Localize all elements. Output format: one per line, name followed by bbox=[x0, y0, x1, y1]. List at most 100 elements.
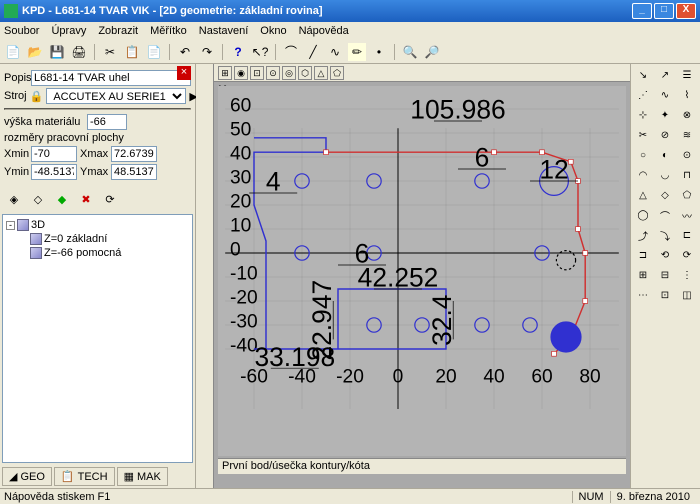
menu-upravy[interactable]: Úpravy bbox=[51, 25, 86, 37]
tool-6-icon[interactable]: ⊹ bbox=[633, 106, 653, 124]
copy-icon[interactable]: 📋 bbox=[123, 43, 141, 61]
tab-geo[interactable]: ◢GEO bbox=[2, 467, 52, 486]
tool-10-icon[interactable]: ⊘ bbox=[655, 126, 675, 144]
canvas-area[interactable]: ⊞ ◉ ⊡ ⊙ ◎ ⬡ △ ⬠ Y X -60-40-20020406080-4… bbox=[196, 64, 630, 488]
popis-input[interactable] bbox=[31, 70, 191, 86]
menu-nastaveni[interactable]: Nastavení bbox=[199, 25, 249, 37]
menu-napoveda[interactable]: Nápověda bbox=[299, 25, 349, 37]
tool-23-icon[interactable]: 〰 bbox=[677, 206, 697, 224]
menu-zobrazit[interactable]: Zobrazit bbox=[98, 25, 138, 37]
vyska-input[interactable] bbox=[87, 114, 127, 130]
tool-18-icon[interactable]: △ bbox=[633, 186, 653, 204]
tool-35-icon[interactable]: ◫ bbox=[677, 286, 697, 304]
spline-tool-icon[interactable]: ∿ bbox=[326, 43, 344, 61]
tab-mak[interactable]: ▦MAK bbox=[117, 467, 168, 486]
tool-19-icon[interactable]: ◇ bbox=[655, 186, 675, 204]
canvas-toolbar: ⊞ ◉ ⊡ ⊙ ◎ ⬡ △ ⬠ bbox=[214, 64, 344, 82]
open-icon[interactable]: 📂 bbox=[26, 43, 44, 61]
ymax-input[interactable] bbox=[111, 164, 157, 180]
tool-28-icon[interactable]: ⟲ bbox=[655, 246, 675, 264]
tool-33-icon[interactable]: ⋯ bbox=[633, 286, 653, 304]
tool-3-icon[interactable]: ⋰ bbox=[633, 86, 653, 104]
tree-root[interactable]: - 3D bbox=[6, 218, 189, 232]
maximize-button[interactable]: □ bbox=[654, 3, 674, 19]
snap8-icon[interactable]: ⬠ bbox=[330, 66, 344, 80]
snap6-icon[interactable]: ⬡ bbox=[298, 66, 312, 80]
tool-21-icon[interactable]: ◯ bbox=[633, 206, 653, 224]
snap7-icon[interactable]: △ bbox=[314, 66, 328, 80]
paste-icon[interactable]: 📄 bbox=[145, 43, 163, 61]
pointer-icon[interactable]: ↖? bbox=[251, 43, 269, 61]
print-icon[interactable]: 🖨 bbox=[70, 43, 88, 61]
tool-12-icon[interactable]: ○ bbox=[633, 146, 653, 164]
menu-okno[interactable]: Okno bbox=[260, 25, 286, 37]
help-icon[interactable]: ? bbox=[229, 43, 247, 61]
tool-20-icon[interactable]: ⬠ bbox=[677, 186, 697, 204]
rozmery-label: rozměry pracovní plochy bbox=[4, 132, 124, 144]
tool-7-icon[interactable]: ✦ bbox=[655, 106, 675, 124]
tech-icon: 📋 bbox=[61, 470, 75, 483]
layer-del-icon[interactable]: ✖ bbox=[76, 190, 96, 208]
tool-11-icon[interactable]: ≋ bbox=[677, 126, 697, 144]
snap4-icon[interactable]: ⊙ bbox=[266, 66, 280, 80]
tool-22-icon[interactable]: ⌒ bbox=[655, 206, 675, 224]
tool-15-icon[interactable]: ◠ bbox=[633, 166, 653, 184]
tool-1-icon[interactable]: ↗ bbox=[655, 66, 675, 84]
zoom-icon[interactable]: 🔍 bbox=[401, 43, 419, 61]
tool-31-icon[interactable]: ⊟ bbox=[655, 266, 675, 284]
tab-tech[interactable]: 📋TECH bbox=[54, 467, 115, 486]
tool-34-icon[interactable]: ⊡ bbox=[655, 286, 675, 304]
tool-16-icon[interactable]: ◡ bbox=[655, 166, 675, 184]
line-tool-icon[interactable]: ╱ bbox=[304, 43, 322, 61]
title-bar: KPD - L681-14 TVAR VIK - [2D geometrie: … bbox=[0, 0, 700, 22]
tool-5-icon[interactable]: ⌇ bbox=[677, 86, 697, 104]
tool-2-icon[interactable]: ☰ bbox=[677, 66, 697, 84]
xmax-input[interactable] bbox=[111, 146, 157, 162]
tool-8-icon[interactable]: ⊗ bbox=[677, 106, 697, 124]
redo-icon[interactable]: ↷ bbox=[198, 43, 216, 61]
layer2-icon[interactable]: ◇ bbox=[28, 190, 48, 208]
tool-4-icon[interactable]: ∿ bbox=[655, 86, 675, 104]
tree-node-2[interactable]: Z=-66 pomocná bbox=[30, 246, 189, 260]
tool-32-icon[interactable]: ⋮ bbox=[677, 266, 697, 284]
dot-tool-icon[interactable]: • bbox=[370, 43, 388, 61]
layer-icon[interactable]: ◈ bbox=[4, 190, 24, 208]
xmin-input[interactable] bbox=[31, 146, 77, 162]
stroj-select[interactable]: ACCUTEX AU SERIE1 bbox=[46, 88, 186, 104]
layer3-icon[interactable]: ◆ bbox=[52, 190, 72, 208]
tool-9-icon[interactable]: ✂ bbox=[633, 126, 653, 144]
arc-tool-icon[interactable]: ⌒ bbox=[282, 43, 300, 61]
tool-29-icon[interactable]: ⟳ bbox=[677, 246, 697, 264]
close-button[interactable]: X bbox=[676, 3, 696, 19]
lock-icon[interactable]: 🔒 bbox=[30, 90, 44, 103]
tool-17-icon[interactable]: ⊓ bbox=[677, 166, 697, 184]
status-bar: Nápověda stiskem F1 NUM 9. března 2010 bbox=[0, 488, 700, 504]
snap5-icon[interactable]: ◎ bbox=[282, 66, 296, 80]
drawing-viewport[interactable]: -60-40-20020406080-40-30-20-100102030405… bbox=[218, 86, 626, 456]
tool-27-icon[interactable]: ⊐ bbox=[633, 246, 653, 264]
tree-node-1[interactable]: Z=0 základní bbox=[30, 232, 189, 246]
ymin-input[interactable] bbox=[31, 164, 77, 180]
save-icon[interactable]: 💾 bbox=[48, 43, 66, 61]
tool-0-icon[interactable]: ↘ bbox=[633, 66, 653, 84]
undo-icon[interactable]: ↶ bbox=[176, 43, 194, 61]
layer-ref-icon[interactable]: ⟳ bbox=[100, 190, 120, 208]
new-icon[interactable]: 📄 bbox=[4, 43, 22, 61]
tool-14-icon[interactable]: ⊙ bbox=[677, 146, 697, 164]
layer-tree[interactable]: - 3D Z=0 základní Z=-66 pomocná bbox=[2, 214, 193, 463]
snap3-icon[interactable]: ⊡ bbox=[250, 66, 264, 80]
marker-tool-icon[interactable]: ✏ bbox=[348, 43, 366, 61]
panel-close-icon[interactable]: × bbox=[177, 66, 191, 80]
snap2-icon[interactable]: ◉ bbox=[234, 66, 248, 80]
tool-26-icon[interactable]: ⊏ bbox=[677, 226, 697, 244]
menu-soubor[interactable]: Soubor bbox=[4, 25, 39, 37]
zoom-out-icon[interactable]: 🔎 bbox=[423, 43, 441, 61]
cut-icon[interactable]: ✂ bbox=[101, 43, 119, 61]
tool-25-icon[interactable]: ⤵ bbox=[655, 226, 675, 244]
minimize-button[interactable]: _ bbox=[632, 3, 652, 19]
tool-30-icon[interactable]: ⊞ bbox=[633, 266, 653, 284]
snap-icon[interactable]: ⊞ bbox=[218, 66, 232, 80]
tool-13-icon[interactable]: ◐ bbox=[655, 146, 675, 164]
tool-24-icon[interactable]: ⤴ bbox=[633, 226, 653, 244]
menu-meritko[interactable]: Měřítko bbox=[150, 25, 187, 37]
